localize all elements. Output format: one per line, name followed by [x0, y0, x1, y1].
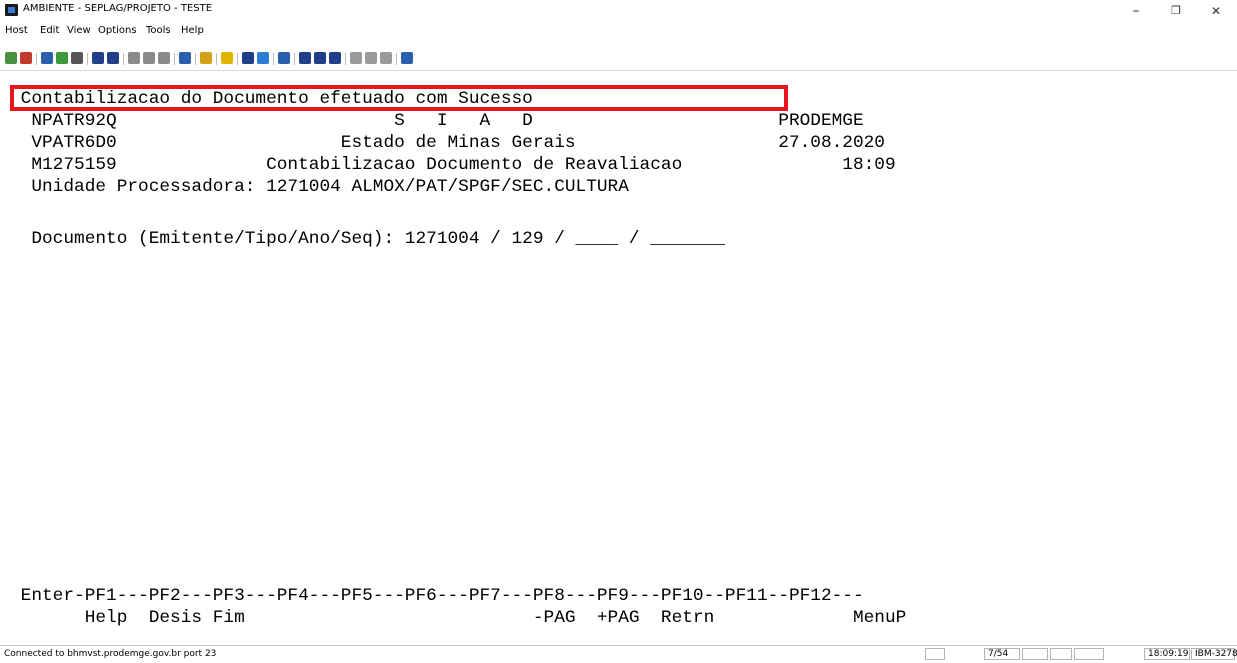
pf-labels-line: Help Desis Fim -PAG +PAG Retrn MenuP	[10, 608, 907, 628]
connect-icon[interactable]	[5, 52, 17, 64]
pf1-icon[interactable]	[350, 52, 362, 64]
status-bar: Connected to bhmvst.prodemge.gov.br port…	[0, 645, 1237, 663]
toolbar-separator	[87, 53, 88, 65]
toolbar	[0, 50, 1237, 70]
menu-bar: Host Edit View Options Tools Help	[0, 22, 1237, 40]
terminal-model: IBM-3278-2	[1191, 648, 1237, 660]
app-icon	[5, 4, 18, 16]
status-message: Contabilizacao do Documento efetuado com…	[10, 89, 533, 109]
menu-host[interactable]: Host	[5, 25, 28, 36]
receive-file-icon[interactable]	[56, 52, 68, 64]
more-icon[interactable]	[179, 52, 191, 64]
status-cell-empty-4	[1074, 648, 1104, 660]
menu-edit[interactable]: Edit	[40, 25, 59, 36]
window-title: AMBIENTE - SEPLAG/PROJETO - TESTE	[23, 3, 213, 14]
close-button[interactable]: ✕	[1196, 0, 1236, 22]
status-cell-empty-1	[925, 648, 945, 660]
title-bar: AMBIENTE - SEPLAG/PROJETO - TESTE – ❐ ✕	[0, 0, 1237, 22]
menu-tools[interactable]: Tools	[146, 25, 171, 36]
cut-icon[interactable]	[128, 52, 140, 64]
paste-icon[interactable]	[158, 52, 170, 64]
enter-icon[interactable]	[299, 52, 311, 64]
screen-header-row3: M1275159 Contabilizacao Documento de Rea…	[10, 155, 896, 175]
capture-icon[interactable]	[92, 52, 104, 64]
toolbar-divider	[0, 70, 1237, 71]
toolbar-separator	[294, 53, 295, 65]
edit-icon[interactable]	[257, 52, 269, 64]
toolbar-separator	[195, 53, 196, 65]
document-seq-input[interactable]: _______	[650, 228, 725, 250]
pf-keys-line: Enter-PF1---PF2---PF3---PF4---PF5---PF6-…	[10, 586, 864, 606]
tab-icon[interactable]	[329, 52, 341, 64]
toolbar-separator	[123, 53, 124, 65]
capture-screen-icon[interactable]	[107, 52, 119, 64]
toolbar-separator	[174, 53, 175, 65]
menu-help[interactable]: Help	[181, 25, 204, 36]
toolbar-separator	[396, 53, 397, 65]
document-line: Documento (Emitente/Tipo/Ano/Seq): 12710…	[10, 228, 725, 250]
connection-status: Connected to bhmvst.prodemge.gov.br port…	[4, 649, 217, 659]
toolbar-separator	[216, 53, 217, 65]
restore-button[interactable]: ❐	[1156, 0, 1196, 22]
print-icon[interactable]	[71, 52, 83, 64]
menu-view[interactable]: View	[67, 25, 91, 36]
home-icon[interactable]	[278, 52, 290, 64]
screen-header-row1: NPATR92Q S I A D PRODEMGE	[10, 111, 864, 131]
minimize-button[interactable]: –	[1116, 0, 1156, 22]
copy-icon[interactable]	[143, 52, 155, 64]
document-year-input[interactable]: ____	[576, 228, 619, 250]
send-file-icon[interactable]	[41, 52, 53, 64]
chart-icon[interactable]	[200, 52, 212, 64]
cursor-position: 7/54	[984, 648, 1020, 660]
processing-unit-line: Unidade Processadora: 1271004 ALMOX/PAT/…	[10, 177, 629, 197]
toolbar-separator	[345, 53, 346, 65]
toolbar-separator	[273, 53, 274, 65]
disconnect-icon[interactable]	[20, 52, 32, 64]
document-label: Documento (Emitente/Tipo/Ano/Seq): 12710…	[10, 229, 576, 249]
status-cell-empty-3	[1050, 648, 1072, 660]
document-separator: /	[618, 229, 651, 249]
toolbar-separator	[36, 53, 37, 65]
pf2-icon[interactable]	[365, 52, 377, 64]
pf3-icon[interactable]	[380, 52, 392, 64]
warning-icon[interactable]	[221, 52, 233, 64]
backtab-icon[interactable]	[314, 52, 326, 64]
toolbar-separator	[237, 53, 238, 65]
status-cell-empty-2	[1022, 648, 1048, 660]
undo-icon[interactable]	[401, 52, 413, 64]
menu-options[interactable]: Options	[98, 25, 137, 36]
clock: 18:09:19	[1144, 648, 1190, 660]
screen-header-row2: VPATR6D0 Estado de Minas Gerais 27.08.20…	[10, 133, 885, 153]
keyboard-icon[interactable]	[242, 52, 254, 64]
